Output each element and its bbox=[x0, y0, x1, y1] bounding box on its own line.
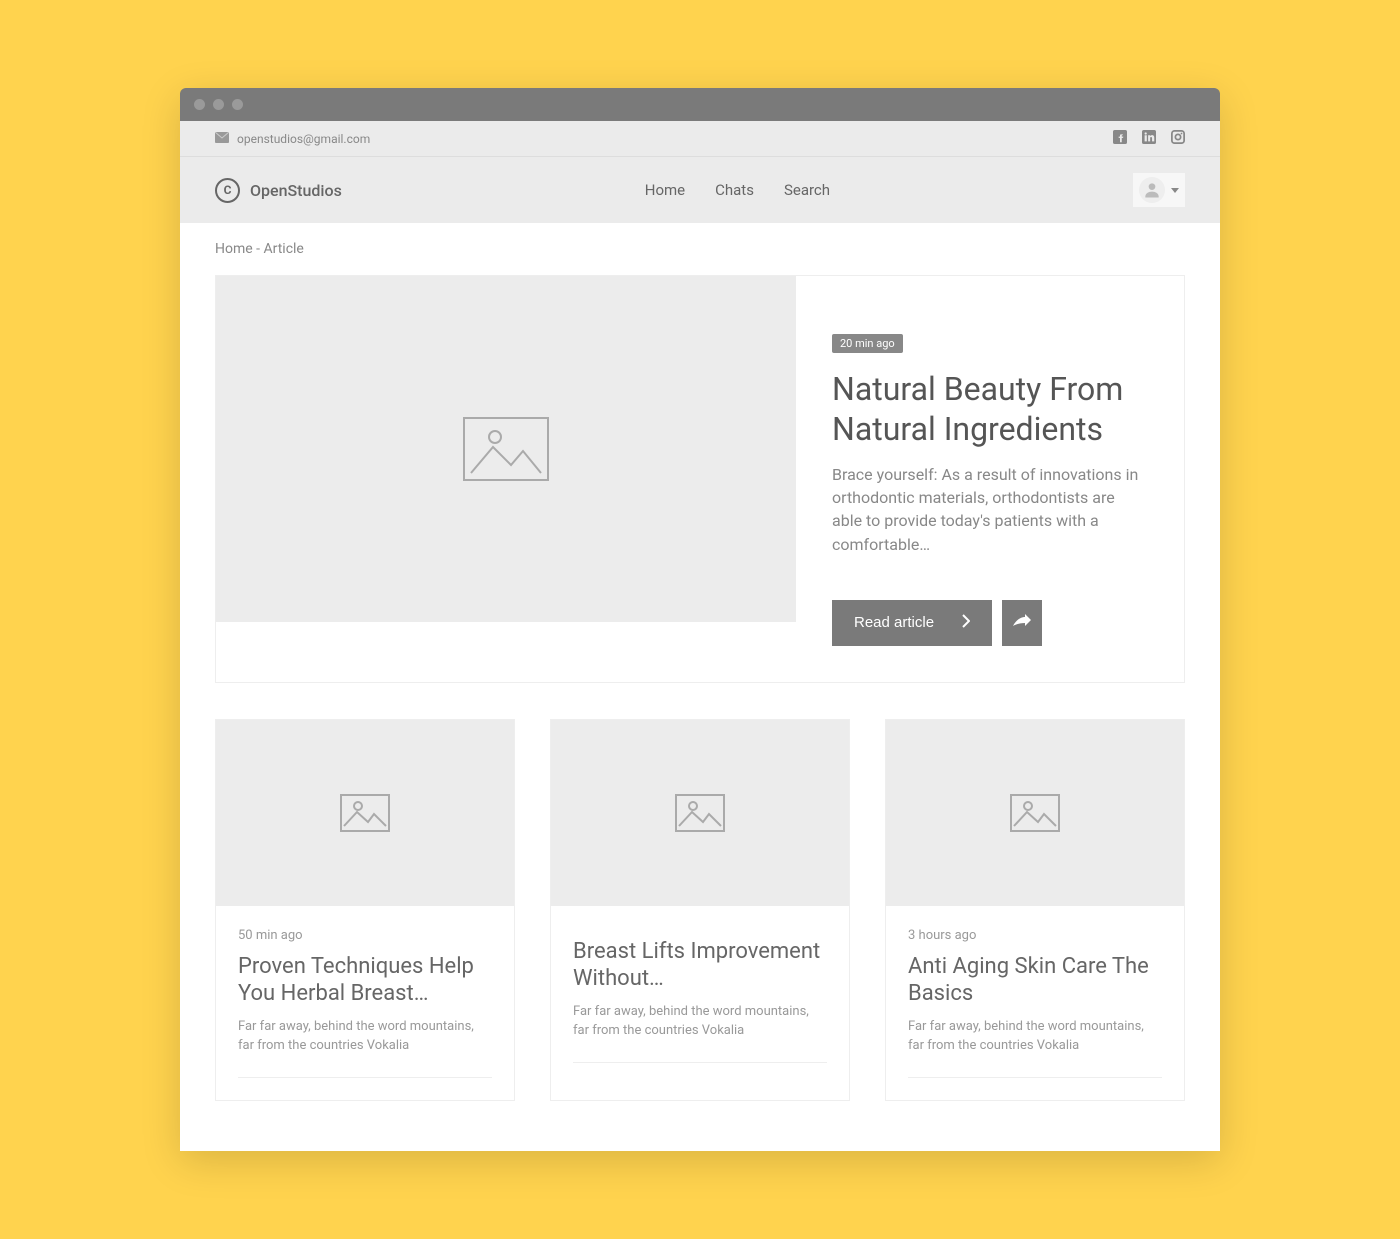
image-icon bbox=[675, 794, 725, 832]
user-menu[interactable] bbox=[1133, 173, 1185, 207]
window-controls bbox=[194, 99, 243, 110]
featured-excerpt: Brace yourself: As a result of innovatio… bbox=[832, 463, 1148, 556]
close-window-button[interactable] bbox=[194, 99, 205, 110]
article-grid: 50 min ago Proven Techniques Help You He… bbox=[215, 719, 1185, 1102]
avatar-icon bbox=[1139, 177, 1165, 203]
article-card[interactable]: 50 min ago Proven Techniques Help You He… bbox=[215, 719, 515, 1102]
article-card[interactable]: 3 hours ago Anti Aging Skin Care The Bas… bbox=[885, 719, 1185, 1102]
instagram-icon[interactable] bbox=[1171, 130, 1185, 147]
card-body: Breast Lifts Improvement Without… Far fa… bbox=[551, 906, 849, 1086]
card-time: 50 min ago bbox=[238, 928, 492, 943]
email-icon bbox=[215, 132, 229, 146]
window-titlebar bbox=[180, 88, 1220, 121]
nav-chats[interactable]: Chats bbox=[715, 181, 754, 199]
read-button-label: Read article bbox=[854, 614, 934, 631]
featured-article: 20 min ago Natural Beauty From Natural I… bbox=[215, 275, 1185, 683]
card-divider bbox=[908, 1077, 1162, 1078]
card-body: 3 hours ago Anti Aging Skin Care The Bas… bbox=[886, 906, 1184, 1101]
facebook-icon[interactable] bbox=[1113, 130, 1127, 147]
card-title: Proven Techniques Help You Herbal Breast… bbox=[238, 953, 492, 1008]
nav-home[interactable]: Home bbox=[645, 181, 685, 199]
browser-window: openstudios@gmail.com C OpenStudios Home… bbox=[180, 88, 1220, 1151]
share-icon bbox=[1013, 614, 1031, 631]
navbar: C OpenStudios Home Chats Search bbox=[180, 156, 1220, 223]
brand-logo-letter: C bbox=[224, 183, 232, 197]
minimize-window-button[interactable] bbox=[213, 99, 224, 110]
card-time: 3 hours ago bbox=[908, 928, 1162, 943]
image-icon bbox=[340, 794, 390, 832]
nav-links: Home Chats Search bbox=[645, 181, 830, 199]
featured-time-badge: 20 min ago bbox=[832, 334, 903, 353]
share-button[interactable] bbox=[1002, 600, 1042, 646]
brand[interactable]: C OpenStudios bbox=[215, 178, 342, 203]
featured-title: Natural Beauty From Natural Ingredients bbox=[832, 369, 1148, 449]
nav-search[interactable]: Search bbox=[784, 181, 830, 199]
maximize-window-button[interactable] bbox=[232, 99, 243, 110]
featured-image-placeholder bbox=[216, 276, 796, 622]
image-icon bbox=[1010, 794, 1060, 832]
contact-email[interactable]: openstudios@gmail.com bbox=[215, 132, 370, 146]
card-divider bbox=[238, 1077, 492, 1078]
breadcrumb[interactable]: Home - Article bbox=[215, 223, 1185, 275]
brand-logo-icon: C bbox=[215, 178, 240, 203]
page-content: Home - Article 20 min ago Natural Beauty… bbox=[180, 223, 1220, 1151]
article-card[interactable]: Breast Lifts Improvement Without… Far fa… bbox=[550, 719, 850, 1102]
card-image-placeholder bbox=[216, 720, 514, 906]
card-image-placeholder bbox=[886, 720, 1184, 906]
image-icon bbox=[463, 417, 549, 481]
card-excerpt: Far far away, behind the word mountains,… bbox=[573, 1003, 827, 1041]
email-text: openstudios@gmail.com bbox=[237, 132, 370, 146]
topbar: openstudios@gmail.com bbox=[180, 121, 1220, 156]
card-body: 50 min ago Proven Techniques Help You He… bbox=[216, 906, 514, 1101]
card-excerpt: Far far away, behind the word mountains,… bbox=[908, 1018, 1162, 1056]
brand-name: OpenStudios bbox=[250, 181, 342, 200]
featured-actions: Read article bbox=[832, 600, 1148, 646]
card-title: Anti Aging Skin Care The Basics bbox=[908, 953, 1162, 1008]
featured-body: 20 min ago Natural Beauty From Natural I… bbox=[796, 276, 1184, 682]
card-divider bbox=[573, 1062, 827, 1063]
social-links bbox=[1113, 130, 1185, 147]
card-excerpt: Far far away, behind the word mountains,… bbox=[238, 1018, 492, 1056]
linkedin-icon[interactable] bbox=[1142, 130, 1156, 147]
read-article-button[interactable]: Read article bbox=[832, 600, 992, 646]
card-image-placeholder bbox=[551, 720, 849, 906]
chevron-down-icon bbox=[1171, 188, 1179, 193]
chevron-right-icon bbox=[962, 614, 970, 632]
card-title: Breast Lifts Improvement Without… bbox=[573, 938, 827, 993]
